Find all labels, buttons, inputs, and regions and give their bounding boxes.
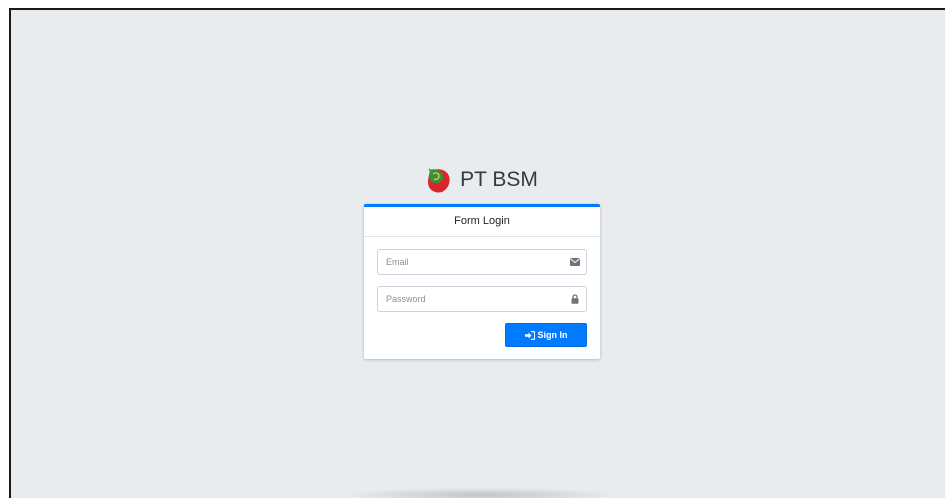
bottom-shadow (351, 488, 611, 498)
sign-in-label: Sign In (537, 330, 568, 340)
password-input[interactable] (378, 287, 564, 311)
sign-in-button[interactable]: Sign In (505, 323, 587, 347)
password-input-group (377, 286, 587, 312)
email-input[interactable] (378, 250, 564, 274)
login-card: Form Login Email Sign In (364, 204, 600, 359)
bsm-logo-icon (428, 168, 450, 193)
form-actions: Sign In (377, 323, 587, 347)
email-input-group (377, 249, 587, 275)
app-viewport: PT BSM Form Login Email Sign In (9, 8, 945, 498)
sign-in-icon (524, 330, 535, 340)
brand-name: PT BSM (460, 168, 538, 191)
login-card-title: Form Login (364, 207, 600, 237)
lock-icon (564, 287, 586, 311)
brand-logo[interactable]: PT BSM (364, 160, 600, 200)
login-form: Sign In (364, 237, 600, 359)
login-box: PT BSM Form Login Email Sign In (364, 160, 600, 359)
envelope-icon (564, 250, 586, 274)
